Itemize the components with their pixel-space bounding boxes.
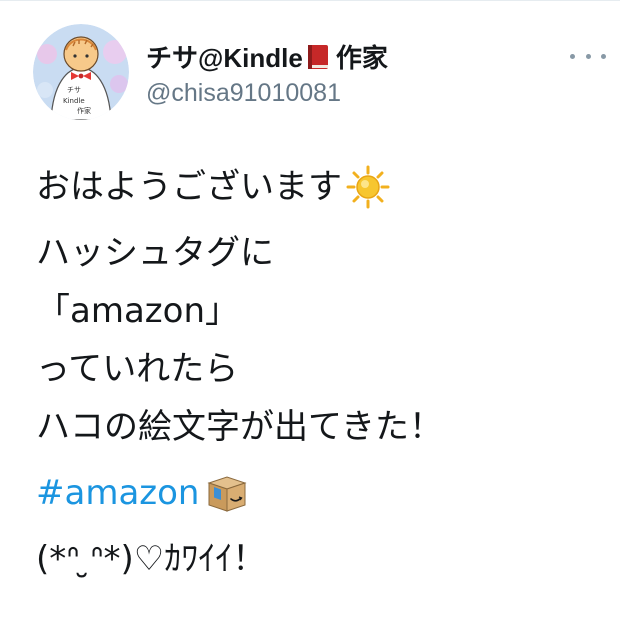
tweet-line: おはようございます <box>36 158 606 216</box>
tweet-line: #amazon <box>36 464 606 522</box>
tweet-line-text: (*ᐢ ̮ᐢ*)♡ｶﾜｲｲ！ <box>36 539 267 579</box>
tweet-line: っていれたら <box>36 340 606 398</box>
tweet-line-text: 「amazon」 <box>36 291 239 331</box>
red-book-icon <box>306 43 330 71</box>
more-icon <box>570 53 575 59</box>
more-icon <box>601 53 606 59</box>
more-icon <box>585 53 591 59</box>
user-handle[interactable]: @chisa91010081 <box>146 79 341 108</box>
amazon-box-icon <box>205 473 249 513</box>
avatar-text: チサ <box>67 86 81 94</box>
tweet-line-text: っていれたら <box>36 349 239 389</box>
display-name-text: チサ@Kindle <box>146 43 303 73</box>
hashtag-link[interactable]: #amazon <box>36 464 199 522</box>
avatar-illustration: チサ Kindle 作家 <box>33 24 129 120</box>
display-name-suffix: 作家 <box>335 43 388 73</box>
sun-icon <box>346 165 390 209</box>
tweet-line: ハッシュタグに <box>36 224 606 282</box>
more-button[interactable] <box>570 48 606 64</box>
top-divider <box>0 0 620 1</box>
avatar[interactable]: チサ Kindle 作家 <box>33 24 129 120</box>
tweet-line-text: ハコの絵文字が出てきた！ <box>36 407 443 447</box>
display-name[interactable]: チサ@Kindle 作家 <box>146 38 388 75</box>
tweet-line: 「amazon」 <box>36 282 606 340</box>
tweet-line: ハコの絵文字が出てきた！ <box>36 398 606 456</box>
tweet-line: (*ᐢ ̮ᐢ*)♡ｶﾜｲｲ！ <box>36 530 606 588</box>
tweet-text: おはようございます ハッシュタグに 「amazon」 っていれたら ハコの絵文字… <box>36 158 606 588</box>
tweet-line-text: おはようございます <box>36 167 342 207</box>
avatar-text: 作家 <box>77 106 91 115</box>
tweet-line-text: ハッシュタグに <box>36 233 274 273</box>
avatar-text: Kindle <box>63 97 85 105</box>
